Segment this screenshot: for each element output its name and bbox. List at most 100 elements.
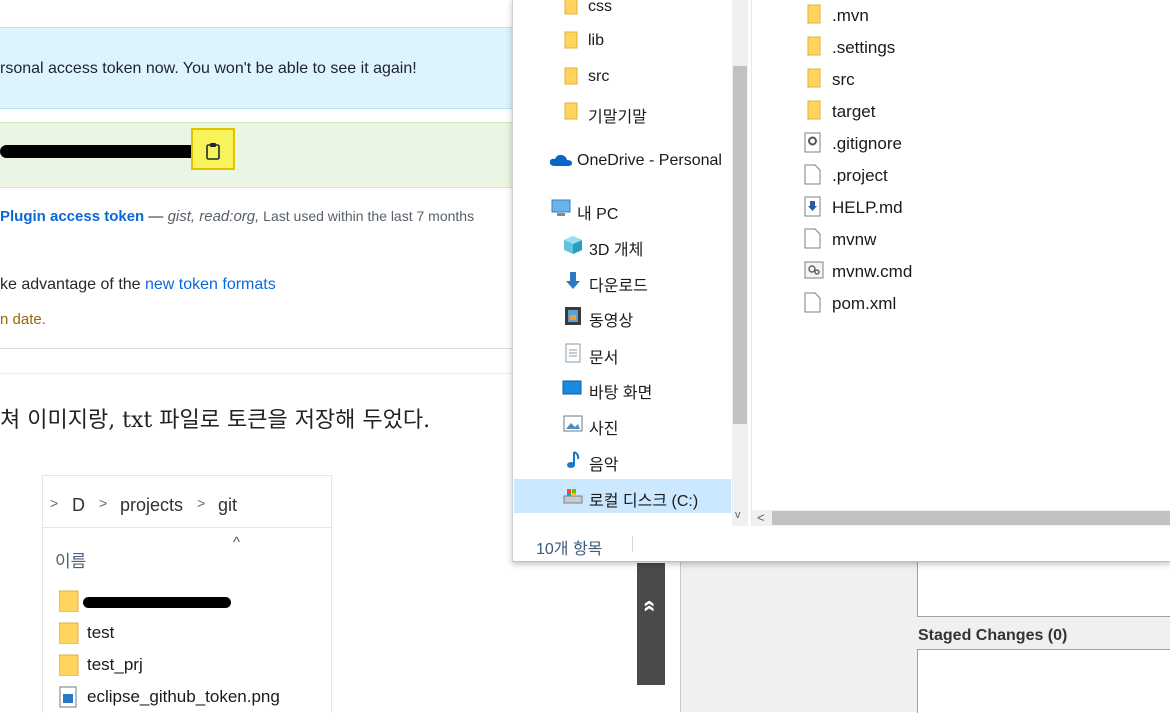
nav-item-onedrive[interactable]: OneDrive - Personal xyxy=(513,144,732,178)
nav-item-label: 내 PC xyxy=(577,206,619,223)
nav-pane-scrollbar[interactable]: v xyxy=(732,0,748,526)
chevron-right-icon: > xyxy=(197,495,206,511)
breadcrumb-item: projects xyxy=(120,495,184,515)
image-file-icon xyxy=(59,686,77,708)
column-header-name: 이름 xyxy=(55,552,87,571)
chevron-left-icon[interactable]: < xyxy=(757,510,765,525)
nav-item-desktop[interactable]: 바탕 화면 xyxy=(513,371,732,405)
status-bar: 10개 항목 xyxy=(513,526,1170,561)
file-name: test xyxy=(87,623,115,642)
chevron-right-icon: > xyxy=(50,495,59,511)
sort-indicator-icon: ^ xyxy=(233,534,241,551)
nav-item-label: 기말기말 xyxy=(588,109,647,126)
nav-item-label: OneDrive - Personal xyxy=(577,152,722,169)
file-name: .gitignore xyxy=(832,134,902,153)
divider xyxy=(0,348,512,349)
git-staging-panel: Staged Changes (0) xyxy=(680,560,1170,713)
scrollbar-thumb[interactable] xyxy=(733,66,747,424)
token-description: Plugin access token — gist, read:org, La… xyxy=(0,208,474,225)
scrollbar-thumb[interactable] xyxy=(772,511,1170,525)
nav-item-pictures[interactable]: 사진 xyxy=(513,407,732,441)
nav-item-this-pc[interactable]: 내 PC xyxy=(513,192,732,226)
breadcrumb-item: D xyxy=(72,495,85,515)
folder-icon xyxy=(59,622,79,644)
nav-item-label: src xyxy=(588,68,610,85)
staged-changes-list[interactable] xyxy=(917,649,1170,713)
documents-icon xyxy=(565,343,581,363)
file-name: src xyxy=(832,70,855,89)
file-name: .project xyxy=(832,166,888,185)
nav-item-lib[interactable]: lib xyxy=(513,24,732,58)
file-name: test_prj xyxy=(87,655,143,674)
3d-objects-icon xyxy=(564,236,582,254)
file-name: .settings xyxy=(832,38,896,57)
nav-item-gimalgimal[interactable]: 기말기말 xyxy=(513,95,732,129)
file-name: HELP.md xyxy=(832,198,903,217)
desktop-icon xyxy=(562,380,582,395)
redacted-folder-name xyxy=(83,597,231,608)
expiration-date-text: n date. xyxy=(0,311,46,328)
flash-message-text: rsonal access token now. You won't be ab… xyxy=(0,60,417,77)
folder-icon xyxy=(564,102,578,120)
pc-icon xyxy=(551,199,571,216)
nav-item-music[interactable]: 음악 xyxy=(513,443,732,477)
folder-icon xyxy=(564,0,578,15)
folder-icon xyxy=(807,68,821,88)
redacted-token-value xyxy=(0,145,200,158)
file-name: mvnw.cmd xyxy=(832,262,913,281)
nav-item-label: 로컬 디스크 (C:) xyxy=(589,493,699,510)
markdown-file-icon xyxy=(804,196,821,217)
file-icon xyxy=(804,228,821,249)
nav-item-label: css xyxy=(588,0,612,15)
folder-icon xyxy=(807,36,821,56)
cmd-file-icon xyxy=(804,261,824,279)
nav-item-css[interactable]: css xyxy=(513,0,732,24)
download-icon xyxy=(566,272,580,289)
token-format-notice: ke advantage of the new token formats xyxy=(0,276,276,294)
nav-item-label: 동영상 xyxy=(589,313,634,330)
nav-item-label: lib xyxy=(588,32,605,49)
music-icon xyxy=(567,451,580,468)
chevron-down-icon[interactable]: v xyxy=(735,509,741,521)
pictures-icon xyxy=(563,415,583,432)
nav-item-3d-objects[interactable]: 3D 개체 xyxy=(513,228,732,262)
chevron-right-icon: > xyxy=(99,495,108,511)
file-name: mvnw xyxy=(832,230,877,249)
nav-item-local-disk-c[interactable]: 로컬 디스크 (C:) xyxy=(514,479,731,513)
nav-item-src[interactable]: src xyxy=(513,60,732,94)
file-name: target xyxy=(832,102,876,121)
copy-token-button[interactable] xyxy=(191,128,235,170)
item-count: 10개 항목 xyxy=(536,541,603,558)
settings-file-icon xyxy=(804,132,821,153)
scroll-to-top-button[interactable]: » xyxy=(635,563,665,685)
token-last-used: Last used within the last 7 months xyxy=(259,208,475,224)
unstaged-changes-list[interactable] xyxy=(917,560,1170,617)
list-item xyxy=(59,588,319,616)
new-token-formats-link[interactable]: new token formats xyxy=(145,276,276,293)
folder-icon xyxy=(564,67,578,85)
file-name: .mvn xyxy=(832,6,869,25)
nav-item-documents[interactable]: 문서 xyxy=(513,336,732,370)
nav-item-downloads[interactable]: 다운로드 xyxy=(513,264,732,298)
token-scopes: gist, read:org, xyxy=(167,208,260,225)
folder-icon xyxy=(807,4,821,24)
token-name-link[interactable]: Plugin access token xyxy=(0,208,144,225)
blog-paragraph: 쳐 이미지랑, txt 파일로 토큰을 저장해 두었다. xyxy=(0,408,431,433)
file-icon xyxy=(804,164,821,185)
embedded-explorer-screenshot: > D > projects > git ^ 이름 test test_prj … xyxy=(42,475,332,713)
file-name: eclipse_github_token.png xyxy=(87,687,280,706)
onedrive-icon xyxy=(549,154,572,166)
breadcrumb-item: git xyxy=(218,495,238,515)
clipboard-icon xyxy=(206,143,220,160)
folder-icon xyxy=(807,100,821,120)
nav-item-label: 바탕 화면 xyxy=(589,385,653,402)
folder-icon xyxy=(59,654,79,676)
folder-icon xyxy=(564,31,578,49)
local-disk-icon xyxy=(563,489,583,504)
file-list-horizontal-scrollbar[interactable]: < xyxy=(752,510,1170,526)
nav-item-videos[interactable]: 동영상 xyxy=(513,299,732,333)
notice-text: ke advantage of the xyxy=(0,276,145,293)
nav-item-label: 3D 개체 xyxy=(589,242,644,259)
divider xyxy=(632,536,633,552)
folder-icon xyxy=(59,590,79,612)
